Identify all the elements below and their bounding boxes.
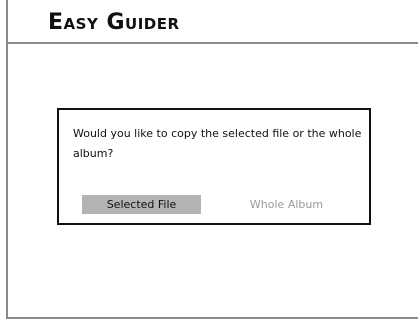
- whole-album-button[interactable]: Whole Album: [227, 195, 346, 214]
- frame-left-border: [6, 0, 8, 319]
- dialog-message: Would you like to copy the selected file…: [73, 127, 362, 160]
- screen: Easy Guider Would you like to copy the s…: [0, 0, 418, 319]
- selected-file-button[interactable]: Selected File: [82, 195, 201, 214]
- app-title: Easy Guider: [48, 10, 180, 35]
- header-divider: [6, 42, 418, 44]
- copy-choice-dialog: Would you like to copy the selected file…: [57, 108, 371, 225]
